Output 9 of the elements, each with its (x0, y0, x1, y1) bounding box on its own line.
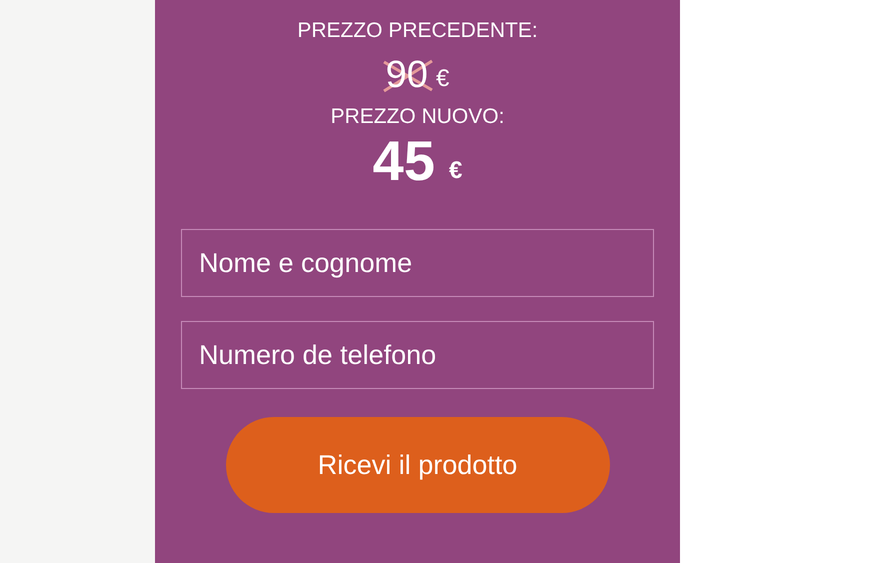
new-price-amount: 45 (372, 131, 435, 191)
old-price-label: PREZZO PRECEDENTE: (297, 18, 538, 44)
old-price-currency: € (436, 65, 450, 93)
old-price-amount: 90 (386, 54, 428, 96)
input-field[interactable]: Numero de telefono (181, 321, 654, 389)
submit-button[interactable]: Ricevi il prodotto (226, 417, 610, 513)
input-field[interactable]: Nome e cognome (181, 229, 654, 297)
new-price-label: PREZZO NUOVO: (330, 104, 504, 130)
new-price-currency: € (448, 157, 462, 185)
